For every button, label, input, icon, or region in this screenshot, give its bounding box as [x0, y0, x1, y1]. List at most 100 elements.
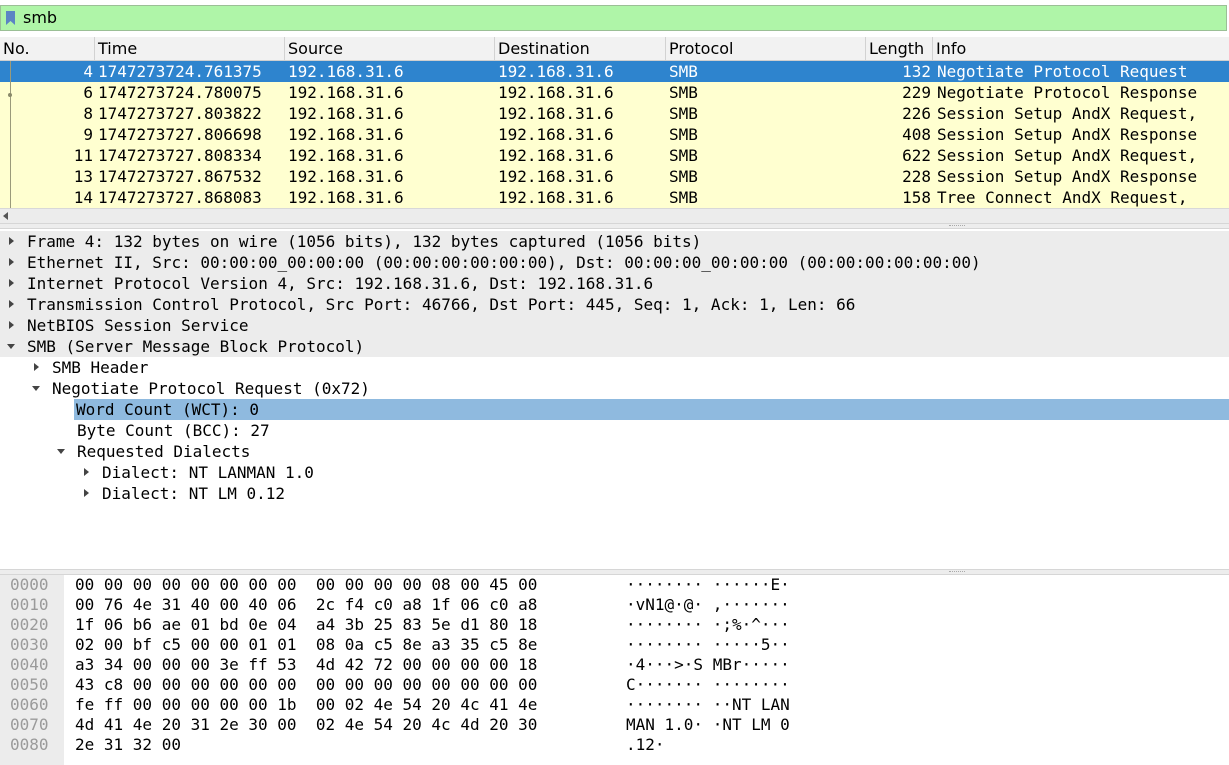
packet-destination-cell: 192.168.31.6 [498, 104, 614, 123]
collapse-right-arrow-icon[interactable] [9, 258, 14, 266]
packet-row[interactable]: 11 1747273727.808334 192.168.31.6 192.168.3… [0, 145, 1229, 166]
packet-source-cell: 192.168.31.6 [288, 62, 404, 81]
packet-time-cell: 1747273727.806698 [98, 125, 262, 144]
pane-splitter[interactable] [0, 223, 1229, 229]
hex-bytes: 00 00 00 00 00 00 00 00 00 00 00 00 08 0… [75, 575, 538, 594]
detail-tree-label: Requested Dialects [77, 442, 251, 461]
collapse-right-arrow-icon[interactable] [34, 363, 39, 371]
detail-tree-item[interactable]: Word Count (WCT): 0 [74, 399, 1229, 420]
packet-protocol-cell: SMB [669, 125, 698, 144]
column-header-destination[interactable]: Destination [495, 37, 666, 60]
hex-dump-row[interactable]: 0040 a3 34 00 00 00 3e ff 53 4d 42 72 00 … [0, 655, 1229, 675]
packet-destination-cell: 192.168.31.6 [498, 146, 614, 165]
collapse-right-arrow-icon[interactable] [9, 237, 14, 245]
hex-offset: 0060 [10, 695, 49, 714]
horizontal-scrollbar[interactable] [0, 208, 1229, 224]
packet-length-cell: 228 [902, 167, 931, 186]
packet-no-cell: 8 [83, 104, 93, 123]
packet-time-cell: 1747273727.868083 [98, 188, 262, 207]
column-header-source[interactable]: Source [285, 37, 495, 60]
packet-destination-cell: 192.168.31.6 [498, 167, 614, 186]
hex-bytes: 1f 06 b6 ae 01 bd 0e 04 a4 3b 25 83 5e d… [75, 615, 538, 634]
detail-tree-item[interactable]: Byte Count (BCC): 27 [0, 420, 1229, 441]
hex-offset: 0080 [10, 735, 49, 754]
packet-row[interactable]: 4 1747273724.761375 192.168.31.6 192.168.31… [0, 61, 1229, 82]
detail-tree-item[interactable]: SMB (Server Message Block Protocol) [0, 336, 1229, 357]
packet-row[interactable]: 8 1747273727.803822 192.168.31.6 192.168.31… [0, 103, 1229, 124]
hex-dump-row[interactable]: 0070 4d 41 4e 20 31 2e 30 00 02 4e 54 20 … [0, 715, 1229, 735]
column-header-protocol[interactable]: Protocol [666, 37, 866, 60]
detail-tree-label: Internet Protocol Version 4, Src: 192.16… [27, 274, 654, 293]
display-filter-input[interactable] [23, 6, 1213, 30]
hex-dump-row[interactable]: 0080 2e 31 32 00 .12· [0, 735, 1229, 755]
detail-tree-label: SMB (Server Message Block Protocol) [27, 337, 365, 356]
packet-row[interactable]: 9 1747273727.806698 192.168.31.6 192.168.31… [0, 124, 1229, 145]
hex-dump-row[interactable]: 0050 43 c8 00 00 00 00 00 00 00 00 00 00 … [0, 675, 1229, 695]
detail-tree-item[interactable]: SMB Header [0, 357, 1229, 378]
hex-offset: 0030 [10, 635, 49, 654]
collapse-right-arrow-icon[interactable] [9, 321, 14, 329]
column-header-length[interactable]: Length [866, 37, 933, 60]
detail-tree-item[interactable]: Negotiate Protocol Request (0x72) [0, 378, 1229, 399]
detail-tree-item[interactable]: Internet Protocol Version 4, Src: 192.16… [0, 273, 1229, 294]
bookmark-icon[interactable] [6, 11, 15, 25]
hex-offset: 0050 [10, 675, 49, 694]
packet-row[interactable]: 14 1747273727.868083 192.168.31.6 192.168.3… [0, 187, 1229, 208]
detail-tree-item[interactable]: Dialect: NT LM 0.12 [0, 483, 1229, 504]
packet-protocol-cell: SMB [669, 167, 698, 186]
packet-row[interactable]: 6 1747273724.780075 192.168.31.6 192.168.31… [0, 82, 1229, 103]
detail-tree-label: SMB Header [52, 358, 149, 377]
collapse-right-arrow-icon[interactable] [84, 489, 89, 497]
hex-offset: 0000 [10, 575, 49, 594]
packet-no-cell: 14 [73, 188, 93, 207]
scroll-left-arrow-icon[interactable] [3, 212, 8, 220]
detail-tree-item[interactable]: Frame 4: 132 bytes on wire (1056 bits), … [0, 231, 1229, 252]
packet-source-cell: 192.168.31.6 [288, 188, 404, 207]
ascii-bytes: C······· ········ [626, 675, 790, 694]
packet-destination-cell: 192.168.31.6 [498, 83, 614, 102]
detail-tree-item[interactable]: Dialect: NT LANMAN 1.0 [0, 462, 1229, 483]
detail-tree-item[interactable]: Ethernet II, Src: 00:00:00_00:00:00 (00:… [0, 252, 1229, 273]
column-header-info[interactable]: Info [933, 37, 1229, 60]
packet-bytes-pane[interactable]: 0000 00 00 00 00 00 00 00 00 00 00 00 00 … [0, 575, 1229, 765]
expand-down-arrow-icon[interactable] [7, 344, 15, 349]
detail-tree-label: Transmission Control Protocol, Src Port:… [27, 295, 856, 314]
related-packet-line [10, 61, 11, 208]
packet-list-header: No. Time Source Destination Protocol Len… [0, 37, 1229, 61]
hex-dump-row[interactable]: 0000 00 00 00 00 00 00 00 00 00 00 00 00 … [0, 575, 1229, 595]
ascii-bytes: MAN 1.0· ·NT LM 0 [626, 715, 790, 734]
hex-bytes: a3 34 00 00 00 3e ff 53 4d 42 72 00 00 0… [75, 655, 538, 674]
hex-offset: 0070 [10, 715, 49, 734]
hex-offset: 0040 [10, 655, 49, 674]
packet-protocol-cell: SMB [669, 188, 698, 207]
ascii-bytes: .12· [626, 735, 665, 754]
column-header-no[interactable]: No. [0, 37, 95, 60]
packet-source-cell: 192.168.31.6 [288, 167, 404, 186]
display-filter-bar[interactable] [0, 5, 1227, 31]
hex-bytes: 43 c8 00 00 00 00 00 00 00 00 00 00 00 0… [75, 675, 538, 694]
hex-dump-row[interactable]: 0030 02 00 bf c5 00 00 01 01 08 0a c5 8e … [0, 635, 1229, 655]
packet-time-cell: 1747273727.803822 [98, 104, 262, 123]
collapse-right-arrow-icon[interactable] [9, 279, 14, 287]
packet-row[interactable]: 13 1747273727.867532 192.168.31.6 192.168.3… [0, 166, 1229, 187]
expand-down-arrow-icon[interactable] [32, 386, 40, 391]
hex-dump-row[interactable]: 0020 1f 06 b6 ae 01 bd 0e 04 a4 3b 25 83 … [0, 615, 1229, 635]
packet-list[interactable]: No. Time Source Destination Protocol Len… [0, 37, 1229, 224]
detail-tree-item[interactable]: Requested Dialects [0, 441, 1229, 462]
packet-length-cell: 226 [902, 104, 931, 123]
collapse-right-arrow-icon[interactable] [9, 300, 14, 308]
hex-dump-row[interactable]: 0010 00 76 4e 31 40 00 40 06 2c f4 c0 a8 … [0, 595, 1229, 615]
hex-offset: 0020 [10, 615, 49, 634]
packet-details-tree[interactable]: Frame 4: 132 bytes on wire (1056 bits), … [0, 231, 1229, 569]
packet-protocol-cell: SMB [669, 104, 698, 123]
detail-tree-item[interactable]: NetBIOS Session Service [0, 315, 1229, 336]
hex-dump-row[interactable]: 0060 fe ff 00 00 00 00 00 1b 00 02 4e 54 … [0, 695, 1229, 715]
expand-down-arrow-icon[interactable] [57, 449, 65, 454]
hex-bytes: 2e 31 32 00 [75, 735, 181, 754]
ascii-bytes: ·4···>·S MBr····· [626, 655, 790, 674]
packet-destination-cell: 192.168.31.6 [498, 125, 614, 144]
column-header-time[interactable]: Time [95, 37, 285, 60]
detail-tree-label: NetBIOS Session Service [27, 316, 249, 335]
collapse-right-arrow-icon[interactable] [84, 468, 89, 476]
detail-tree-item[interactable]: Transmission Control Protocol, Src Port:… [0, 294, 1229, 315]
